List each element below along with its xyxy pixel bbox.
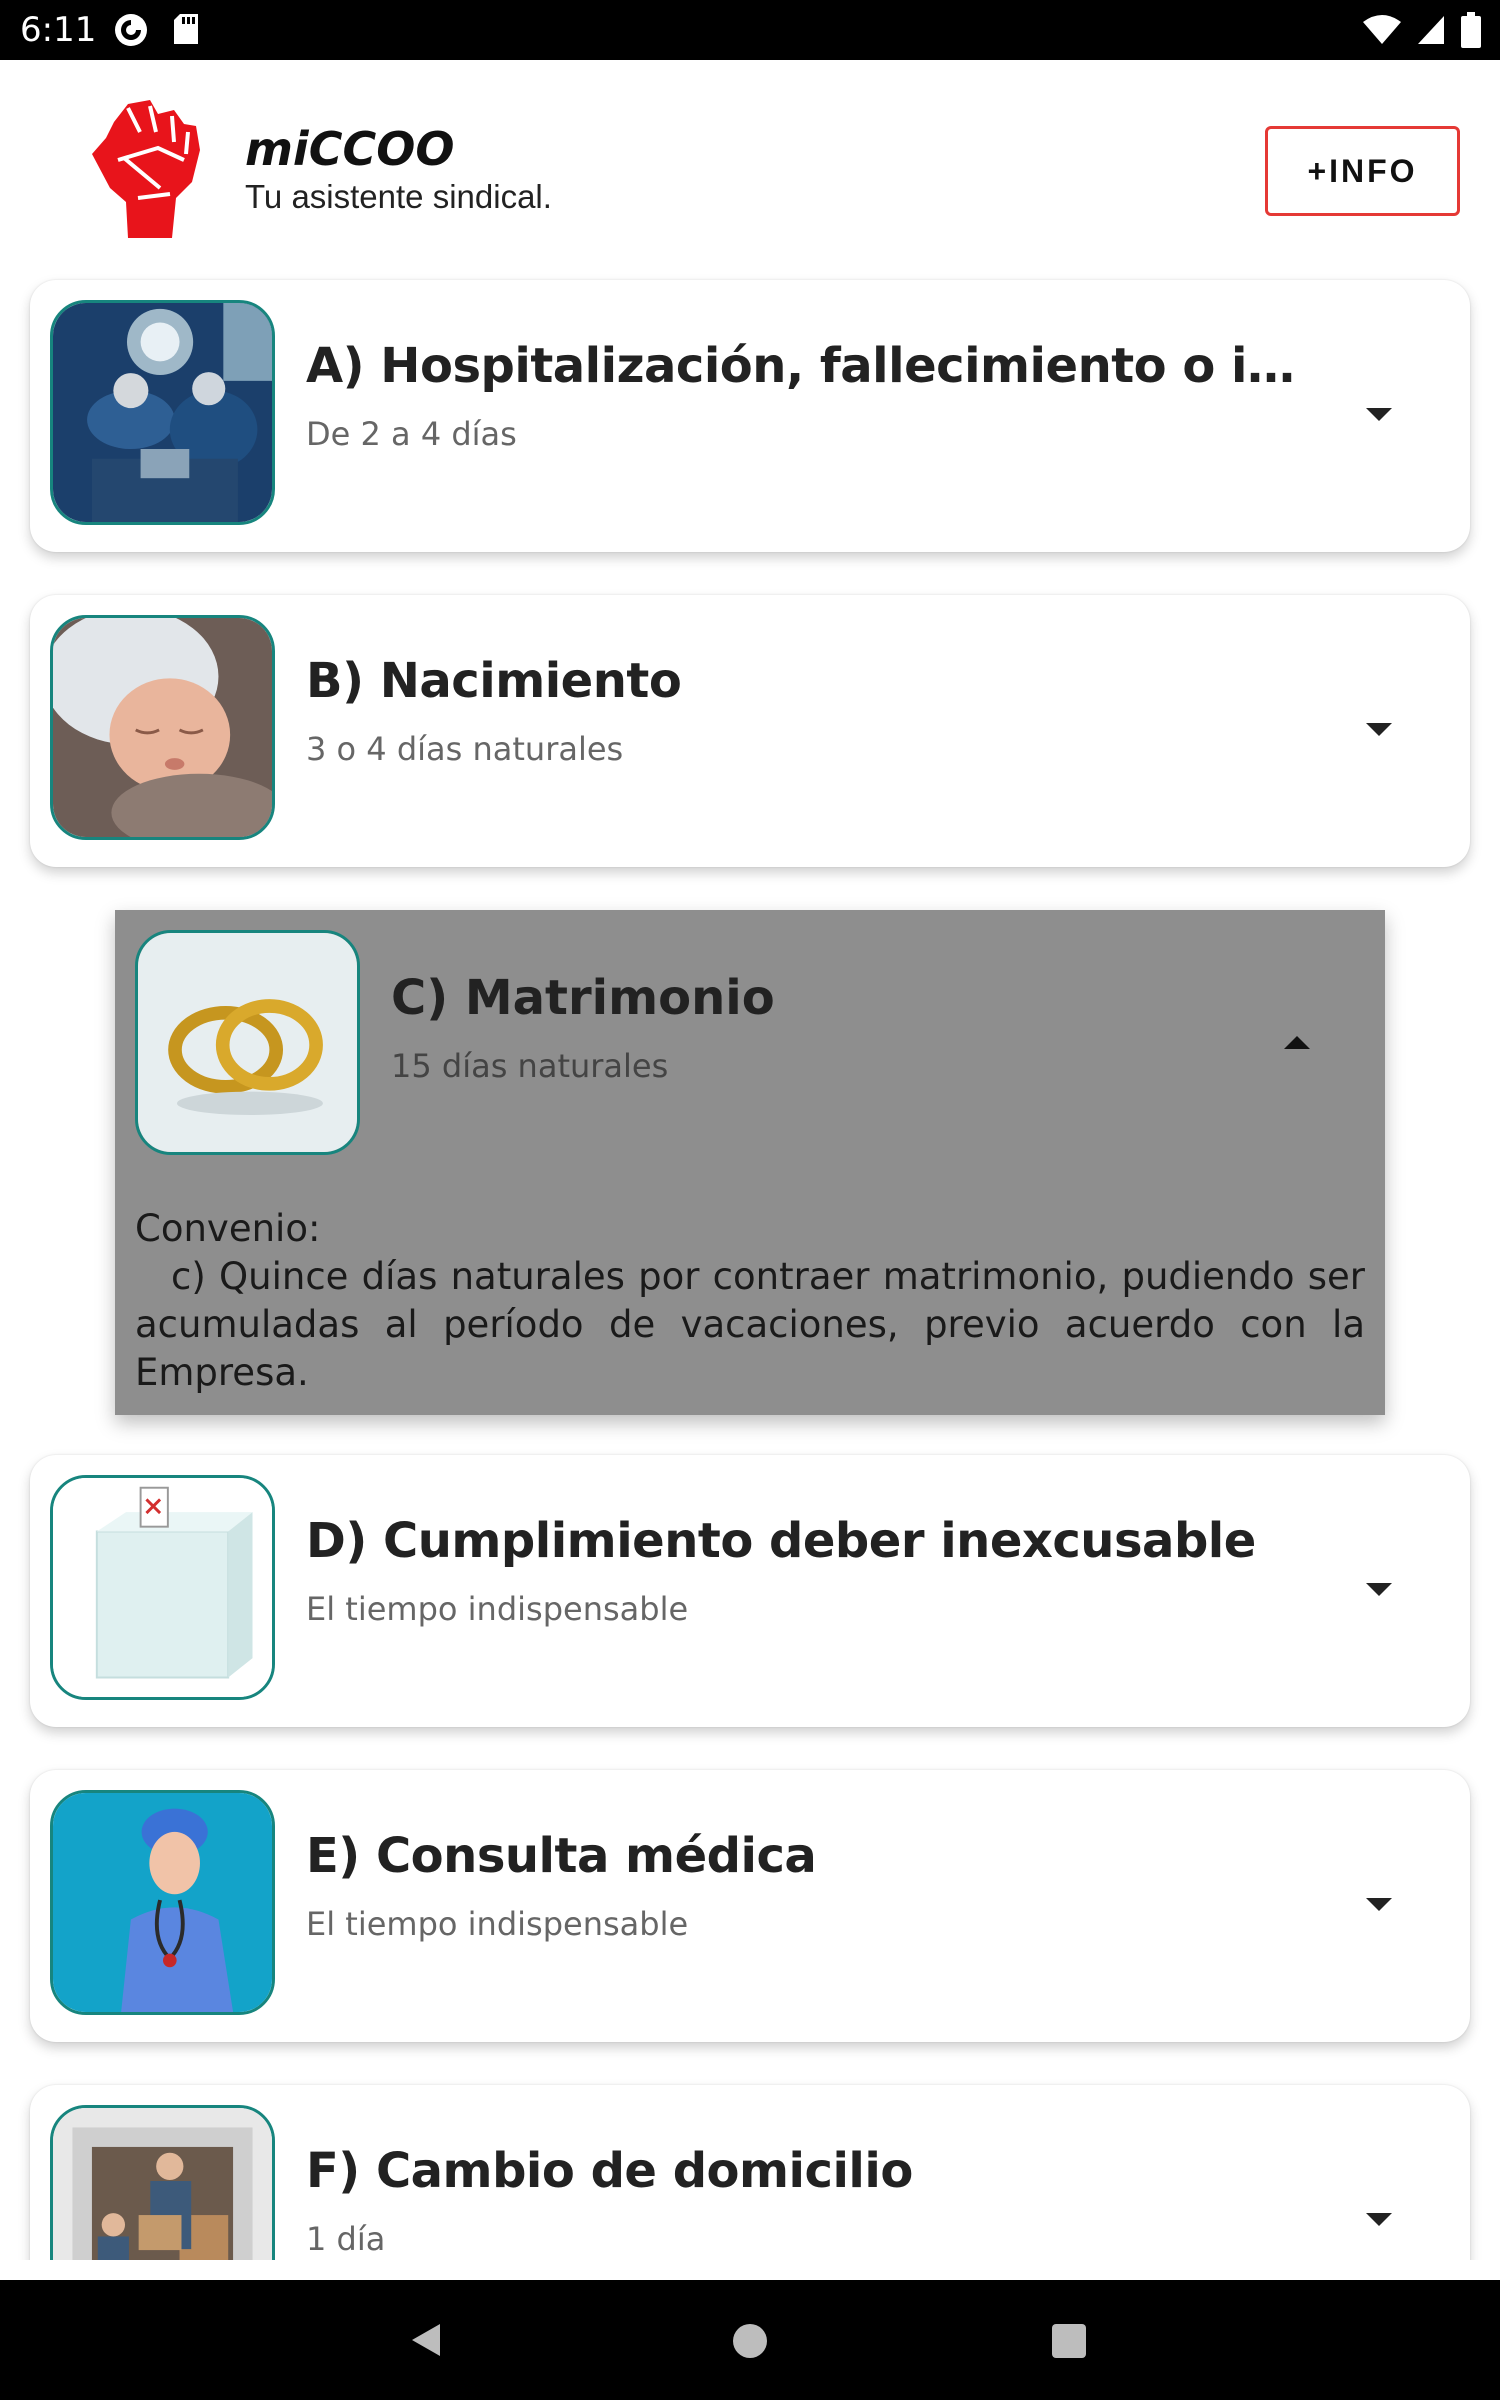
permit-subtitle: El tiempo indispensable — [306, 1590, 689, 1628]
detail-heading: Convenio: — [135, 1207, 321, 1250]
permit-card-d[interactable]: D) Cumplimiento deber inexcusable El tie… — [30, 1455, 1470, 1727]
chevron-down-icon[interactable] — [1366, 1583, 1392, 1596]
sd-card-icon — [174, 14, 198, 44]
navigation-bar — [0, 2280, 1500, 2400]
permit-subtitle: 15 días naturales — [391, 1047, 669, 1085]
permit-title: E) Consulta médica — [306, 1828, 817, 1884]
chevron-down-icon[interactable] — [1366, 408, 1392, 421]
signal-icon — [1418, 16, 1444, 44]
permit-card-f[interactable]: F) Cambio de domicilio 1 día — [30, 2085, 1470, 2260]
permit-title: B) Nacimiento — [306, 653, 682, 709]
permit-card-b[interactable]: B) Nacimiento 3 o 4 días naturales — [30, 595, 1470, 867]
permit-subtitle: 1 día — [306, 2220, 386, 2258]
raised-fist-logo — [92, 100, 200, 238]
pocket-casts-icon — [115, 14, 147, 46]
back-icon[interactable] — [408, 2320, 444, 2360]
chevron-down-icon[interactable] — [1366, 1898, 1392, 1911]
permit-title: D) Cumplimiento deber inexcusable — [306, 1513, 1256, 1569]
permit-subtitle: 3 o 4 días naturales — [306, 730, 624, 768]
wedding-rings-photo — [135, 930, 360, 1155]
permit-subtitle: El tiempo indispensable — [306, 1905, 689, 1943]
app-title: miCCOO — [245, 122, 455, 176]
detail-body: c) Quince días naturales por contraer ma… — [135, 1255, 1365, 1394]
status-icons — [1362, 10, 1482, 50]
permit-title: F) Cambio de domicilio — [306, 2143, 913, 2199]
chevron-down-icon[interactable] — [1366, 2213, 1392, 2226]
doctor-photo — [50, 1790, 275, 2015]
ballot-box-photo — [50, 1475, 275, 1700]
permit-card-c[interactable]: C) Matrimonio 15 días naturales Convenio… — [115, 910, 1385, 1415]
home-icon[interactable] — [733, 2324, 767, 2358]
permit-card-a[interactable]: A) Hospitalización, fallecimiento o inte… — [30, 280, 1470, 552]
status-time: 6:11 — [20, 10, 97, 50]
permit-title: A) Hospitalización, fallecimiento o inte… — [306, 338, 1326, 394]
permit-title: C) Matrimonio — [391, 970, 775, 1026]
wifi-icon — [1363, 15, 1401, 44]
chevron-up-icon[interactable] — [1284, 1036, 1310, 1049]
battery-icon — [1461, 12, 1481, 48]
chevron-down-icon[interactable] — [1366, 723, 1392, 736]
app-subtitle: Tu asistente sindical. — [245, 178, 552, 215]
app-header: miCCOO Tu asistente sindical. +INFO — [0, 60, 1500, 270]
permit-detail: Convenio: c) Quince días naturales por c… — [135, 1205, 1365, 1397]
permit-card-e[interactable]: E) Consulta médica El tiempo indispensab… — [30, 1770, 1470, 2042]
status-bar: 6:11 — [0, 0, 1500, 60]
moving-van-photo — [50, 2105, 275, 2260]
recents-icon[interactable] — [1052, 2324, 1086, 2358]
surgery-photo — [50, 300, 275, 525]
permit-subtitle: De 2 a 4 días — [306, 415, 517, 453]
newborn-photo — [50, 615, 275, 840]
info-button[interactable]: +INFO — [1265, 126, 1460, 216]
permit-list: A) Hospitalización, fallecimiento o inte… — [0, 270, 1500, 2260]
